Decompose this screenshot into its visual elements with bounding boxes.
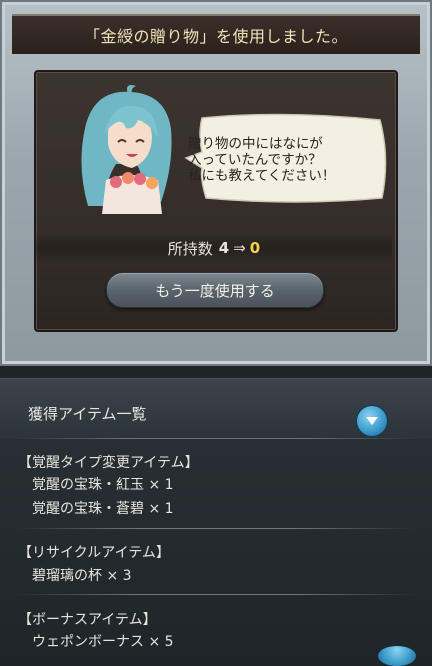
speech-line: 私にも教えてください！ bbox=[188, 168, 336, 184]
list-item: 覚醒の宝珠・紅玉 × 1 bbox=[32, 477, 174, 493]
item-count-row: 所持数 4 ⇒ 0 bbox=[36, 232, 392, 264]
dialog-title-bar: 「金綬の贈り物」を使用しました。 bbox=[12, 14, 420, 54]
speech-line: 入っていたんですか？ bbox=[188, 152, 322, 168]
list-header-title: 獲得アイテム一覧 bbox=[28, 405, 147, 423]
speech-text: 贈り物の中にはなにが 入っていたんですか？ 私にも教えてください！ bbox=[188, 136, 358, 184]
list-header: 獲得アイテム一覧 bbox=[0, 379, 432, 439]
divider bbox=[16, 438, 416, 439]
collapse-button[interactable] bbox=[356, 405, 388, 437]
list-item: 覚醒の宝珠・蒼碧 × 1 bbox=[32, 501, 174, 517]
category-label: 【ボーナスアイテム】 bbox=[18, 612, 157, 628]
speech-line: 贈り物の中にはなにが bbox=[188, 136, 323, 152]
divider bbox=[16, 594, 416, 595]
character-portrait bbox=[81, 85, 172, 214]
category-label: 【覚醒タイプ変更アイテム】 bbox=[18, 455, 199, 471]
scroll-button[interactable] bbox=[378, 646, 416, 666]
list-item: 碧瑠璃の杯 × 3 bbox=[32, 568, 132, 584]
divider bbox=[16, 528, 416, 529]
category-label: 【リサイクルアイテム】 bbox=[18, 545, 170, 561]
count-before: 4 bbox=[218, 239, 230, 257]
chevron-down-icon bbox=[366, 417, 378, 425]
count-label: 所持数 bbox=[167, 239, 213, 258]
count-after: 0 bbox=[249, 239, 261, 257]
arrow-icon: ⇒ bbox=[233, 239, 246, 257]
item-used-dialog: 「金綬の贈り物」を使用しました。 贈り物の中にはなにが 入っていたんですか？ 私… bbox=[0, 0, 432, 366]
list-item: ウェポンボーナス × 5 bbox=[32, 634, 174, 650]
dialog-title: 「金綬の贈り物」を使用しました。 bbox=[83, 27, 348, 46]
use-again-button[interactable]: もう一度使用する bbox=[106, 272, 324, 308]
